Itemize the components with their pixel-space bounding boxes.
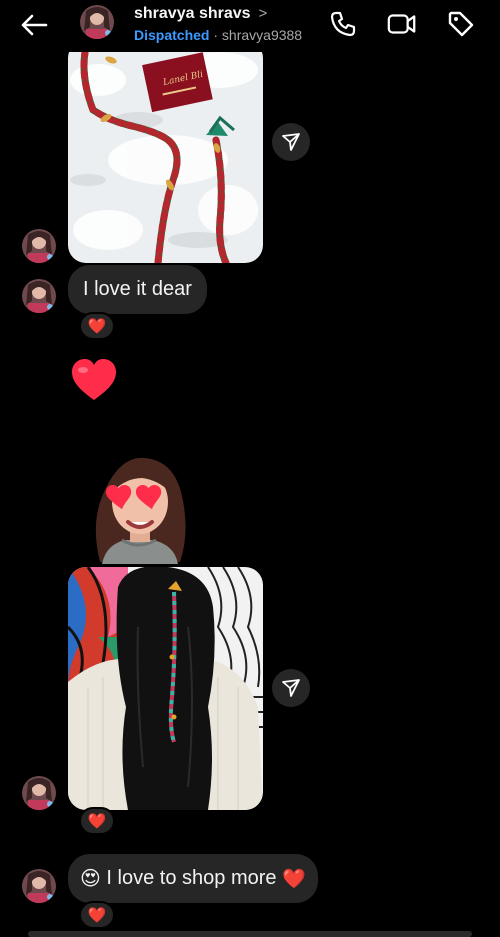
sender-avatar[interactable] xyxy=(22,229,56,263)
heart-reaction-icon: ❤️ xyxy=(87,907,107,924)
phone-icon xyxy=(330,11,356,37)
tag-button[interactable] xyxy=(445,9,477,39)
status-label: Dispatched xyxy=(134,27,210,43)
chevron-right-icon: > xyxy=(258,5,268,22)
reaction-badge[interactable]: ❤️ xyxy=(79,901,115,929)
contact-name[interactable]: shravya shravs > xyxy=(134,5,267,23)
video-call-button[interactable] xyxy=(386,9,418,39)
heart-reaction-icon: ❤️ xyxy=(87,318,107,335)
shared-photo-hairstyle[interactable] xyxy=(68,567,263,810)
share-photo-button[interactable] xyxy=(272,669,310,707)
share-icon xyxy=(282,133,300,151)
back-arrow-icon xyxy=(21,14,48,36)
reaction-badge[interactable]: ❤️ xyxy=(79,807,115,835)
video-icon xyxy=(387,14,416,34)
share-photo-button[interactable] xyxy=(272,123,310,161)
message-bubble[interactable]: 😍 I love to shop more ❤️ xyxy=(68,854,318,903)
heart-reaction-icon: ❤️ xyxy=(87,813,107,830)
contact-avatar[interactable] xyxy=(80,5,114,39)
shared-photo-braids[interactable]: Lanel Bli xyxy=(68,40,263,263)
composer-edge xyxy=(28,931,472,937)
heart-emoji-message[interactable] xyxy=(70,358,118,407)
tag-icon xyxy=(448,11,474,37)
sender-avatar[interactable] xyxy=(22,776,56,810)
call-button[interactable] xyxy=(327,9,359,39)
message-bubble[interactable]: I love it dear xyxy=(68,265,207,314)
back-button[interactable] xyxy=(14,8,54,42)
heart-icon xyxy=(72,359,116,400)
reaction-badge[interactable]: ❤️ xyxy=(79,312,115,340)
contact-subtitle: Dispatched · shravya9388 xyxy=(134,27,303,43)
smiling-heart-eyes-emoji: 😍 xyxy=(80,868,101,890)
sender-avatar[interactable] xyxy=(22,279,56,313)
username-label: shravya9388 xyxy=(221,27,303,43)
chat-header: shravya shravs > Dispatched · shravya9388 xyxy=(0,0,500,52)
share-icon xyxy=(282,679,300,697)
message-text: I love it dear xyxy=(83,278,192,300)
sender-avatar[interactable] xyxy=(22,869,56,903)
heart-emoji: ❤️ xyxy=(282,868,306,890)
avatar-sticker[interactable] xyxy=(82,452,194,569)
message-text: I love to shop more xyxy=(100,867,283,889)
